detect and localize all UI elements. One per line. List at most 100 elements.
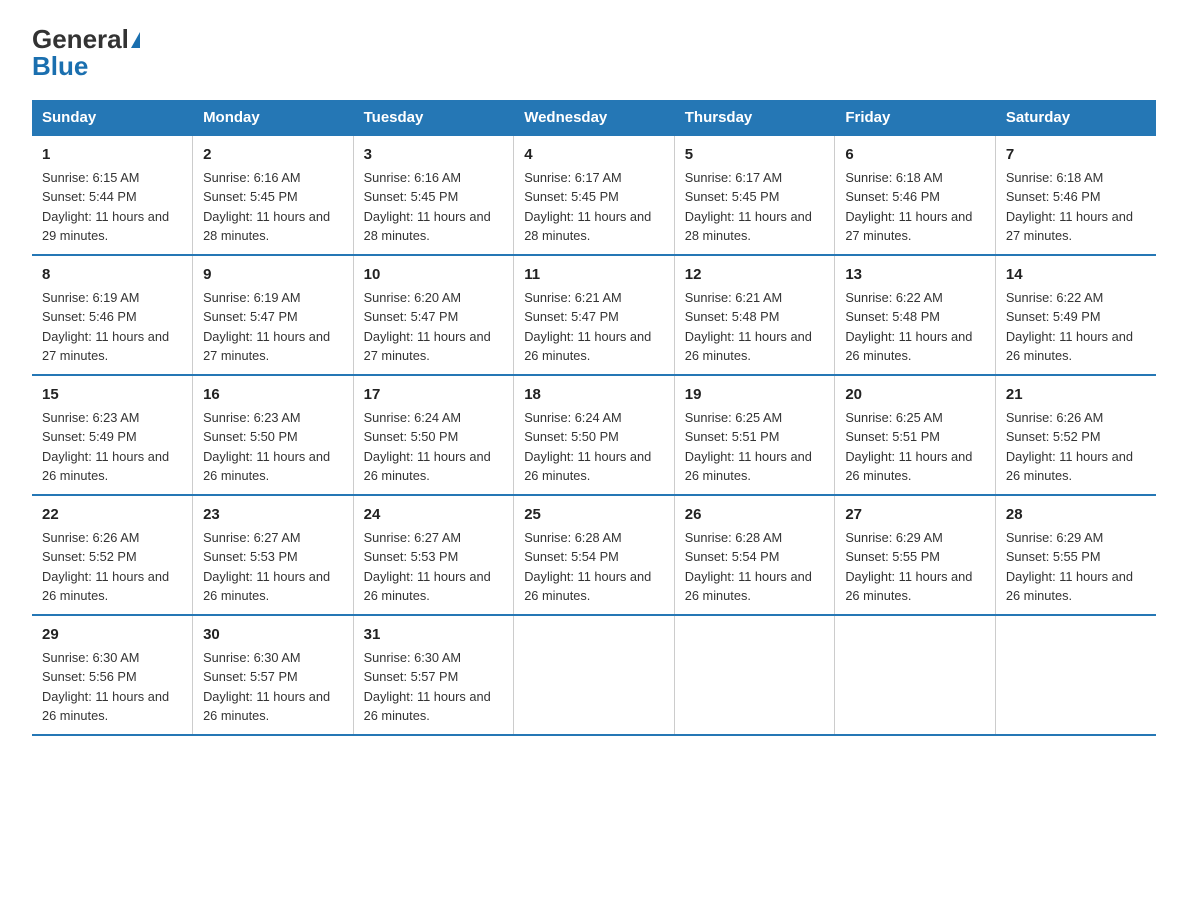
calendar-cell [674,615,835,735]
day-number: 7 [1006,144,1146,166]
logo-triangle-icon [131,32,140,48]
day-info: Sunrise: 6:26 AMSunset: 5:52 PMDaylight:… [1006,410,1133,484]
calendar-cell: 18Sunrise: 6:24 AMSunset: 5:50 PMDayligh… [514,375,675,495]
col-header-monday: Monday [193,101,354,136]
day-info: Sunrise: 6:29 AMSunset: 5:55 PMDaylight:… [1006,530,1133,604]
day-number: 9 [203,264,343,286]
day-number: 6 [845,144,985,166]
col-header-wednesday: Wednesday [514,101,675,136]
calendar-table: SundayMondayTuesdayWednesdayThursdayFrid… [32,100,1156,736]
day-number: 12 [685,264,825,286]
calendar-cell: 20Sunrise: 6:25 AMSunset: 5:51 PMDayligh… [835,375,996,495]
calendar-cell: 24 Sunrise: 6:27 AMSunset: 5:53 PMDayligh… [353,495,514,615]
calendar-week-row: 29 Sunrise: 6:30 AMSunset: 5:56 PMDayligh… [32,615,1156,735]
day-number: 1 [42,144,182,166]
col-header-saturday: Saturday [995,101,1156,136]
day-number: 16 [203,384,343,406]
calendar-cell [514,615,675,735]
calendar-cell: 9 Sunrise: 6:19 AMSunset: 5:47 PMDaylight… [193,255,354,375]
day-info: Sunrise: 6:19 AMSunset: 5:47 PMDaylight:… [203,290,330,364]
col-header-sunday: Sunday [32,101,193,136]
calendar-cell: 25 Sunrise: 6:28 AMSunset: 5:54 PMDayligh… [514,495,675,615]
day-number: 29 [42,624,182,646]
calendar-cell: 2 Sunrise: 6:16 AMSunset: 5:45 PMDaylight… [193,135,354,255]
day-number: 21 [1006,384,1146,406]
calendar-cell [835,615,996,735]
calendar-week-row: 8 Sunrise: 6:19 AMSunset: 5:46 PMDaylight… [32,255,1156,375]
day-info: Sunrise: 6:30 AMSunset: 5:57 PMDaylight:… [203,650,330,724]
day-info: Sunrise: 6:29 AMSunset: 5:55 PMDaylight:… [845,530,972,604]
calendar-cell: 28 Sunrise: 6:29 AMSunset: 5:55 PMDayligh… [995,495,1156,615]
day-number: 2 [203,144,343,166]
calendar-cell: 13 Sunrise: 6:22 AMSunset: 5:48 PMDayligh… [835,255,996,375]
calendar-cell: 19 Sunrise: 6:25 AMSunset: 5:51 PMDayligh… [674,375,835,495]
day-number: 8 [42,264,182,286]
calendar-cell: 31Sunrise: 6:30 AMSunset: 5:57 PMDayligh… [353,615,514,735]
logo-blue-text: Blue [32,51,88,82]
day-info: Sunrise: 6:23 AMSunset: 5:49 PMDaylight:… [42,410,169,484]
day-info: Sunrise: 6:30 AMSunset: 5:56 PMDaylight:… [42,650,169,724]
calendar-cell: 10 Sunrise: 6:20 AMSunset: 5:47 PMDayligh… [353,255,514,375]
day-info: Sunrise: 6:17 AMSunset: 5:45 PMDaylight:… [524,170,651,244]
calendar-cell: 11Sunrise: 6:21 AMSunset: 5:47 PMDayligh… [514,255,675,375]
day-info: Sunrise: 6:27 AMSunset: 5:53 PMDaylight:… [364,530,491,604]
day-info: Sunrise: 6:30 AMSunset: 5:57 PMDaylight:… [364,650,491,724]
day-number: 22 [42,504,182,526]
col-header-friday: Friday [835,101,996,136]
day-info: Sunrise: 6:27 AMSunset: 5:53 PMDaylight:… [203,530,330,604]
calendar-cell: 3 Sunrise: 6:16 AMSunset: 5:45 PMDaylight… [353,135,514,255]
day-info: Sunrise: 6:21 AMSunset: 5:47 PMDaylight:… [524,290,651,364]
calendar-cell: 23 Sunrise: 6:27 AMSunset: 5:53 PMDayligh… [193,495,354,615]
calendar-cell: 22Sunrise: 6:26 AMSunset: 5:52 PMDayligh… [32,495,193,615]
day-number: 25 [524,504,664,526]
day-info: Sunrise: 6:16 AMSunset: 5:45 PMDaylight:… [364,170,491,244]
calendar-cell: 27 Sunrise: 6:29 AMSunset: 5:55 PMDayligh… [835,495,996,615]
calendar-cell: 29 Sunrise: 6:30 AMSunset: 5:56 PMDayligh… [32,615,193,735]
calendar-cell: 26 Sunrise: 6:28 AMSunset: 5:54 PMDayligh… [674,495,835,615]
day-info: Sunrise: 6:25 AMSunset: 5:51 PMDaylight:… [685,410,812,484]
day-number: 3 [364,144,504,166]
day-number: 13 [845,264,985,286]
day-number: 15 [42,384,182,406]
day-info: Sunrise: 6:23 AMSunset: 5:50 PMDaylight:… [203,410,330,484]
calendar-cell [995,615,1156,735]
day-number: 19 [685,384,825,406]
calendar-cell: 8 Sunrise: 6:19 AMSunset: 5:46 PMDaylight… [32,255,193,375]
logo: General Blue [32,24,140,82]
day-number: 10 [364,264,504,286]
day-number: 27 [845,504,985,526]
day-info: Sunrise: 6:22 AMSunset: 5:48 PMDaylight:… [845,290,972,364]
col-header-thursday: Thursday [674,101,835,136]
day-info: Sunrise: 6:20 AMSunset: 5:47 PMDaylight:… [364,290,491,364]
day-number: 26 [685,504,825,526]
day-info: Sunrise: 6:22 AMSunset: 5:49 PMDaylight:… [1006,290,1133,364]
day-info: Sunrise: 6:28 AMSunset: 5:54 PMDaylight:… [524,530,651,604]
day-info: Sunrise: 6:25 AMSunset: 5:51 PMDaylight:… [845,410,972,484]
day-info: Sunrise: 6:16 AMSunset: 5:45 PMDaylight:… [203,170,330,244]
calendar-cell: 17 Sunrise: 6:24 AMSunset: 5:50 PMDayligh… [353,375,514,495]
day-number: 24 [364,504,504,526]
calendar-cell: 5Sunrise: 6:17 AMSunset: 5:45 PMDaylight… [674,135,835,255]
day-info: Sunrise: 6:24 AMSunset: 5:50 PMDaylight:… [524,410,651,484]
day-number: 23 [203,504,343,526]
calendar-cell: 1 Sunrise: 6:15 AMSunset: 5:44 PMDaylight… [32,135,193,255]
calendar-cell: 4Sunrise: 6:17 AMSunset: 5:45 PMDaylight… [514,135,675,255]
calendar-cell: 14 Sunrise: 6:22 AMSunset: 5:49 PMDayligh… [995,255,1156,375]
day-info: Sunrise: 6:18 AMSunset: 5:46 PMDaylight:… [1006,170,1133,244]
calendar-cell: 15 Sunrise: 6:23 AMSunset: 5:49 PMDayligh… [32,375,193,495]
calendar-cell: 7 Sunrise: 6:18 AMSunset: 5:46 PMDaylight… [995,135,1156,255]
calendar-cell: 6 Sunrise: 6:18 AMSunset: 5:46 PMDaylight… [835,135,996,255]
day-info: Sunrise: 6:18 AMSunset: 5:46 PMDaylight:… [845,170,972,244]
day-info: Sunrise: 6:28 AMSunset: 5:54 PMDaylight:… [685,530,812,604]
calendar-cell: 12Sunrise: 6:21 AMSunset: 5:48 PMDayligh… [674,255,835,375]
calendar-header-row: SundayMondayTuesdayWednesdayThursdayFrid… [32,101,1156,136]
day-info: Sunrise: 6:17 AMSunset: 5:45 PMDaylight:… [685,170,812,244]
day-number: 14 [1006,264,1146,286]
day-info: Sunrise: 6:15 AMSunset: 5:44 PMDaylight:… [42,170,169,244]
day-number: 17 [364,384,504,406]
calendar-week-row: 1 Sunrise: 6:15 AMSunset: 5:44 PMDaylight… [32,135,1156,255]
day-info: Sunrise: 6:19 AMSunset: 5:46 PMDaylight:… [42,290,169,364]
page-header: General Blue [32,24,1156,82]
day-info: Sunrise: 6:24 AMSunset: 5:50 PMDaylight:… [364,410,491,484]
day-number: 28 [1006,504,1146,526]
